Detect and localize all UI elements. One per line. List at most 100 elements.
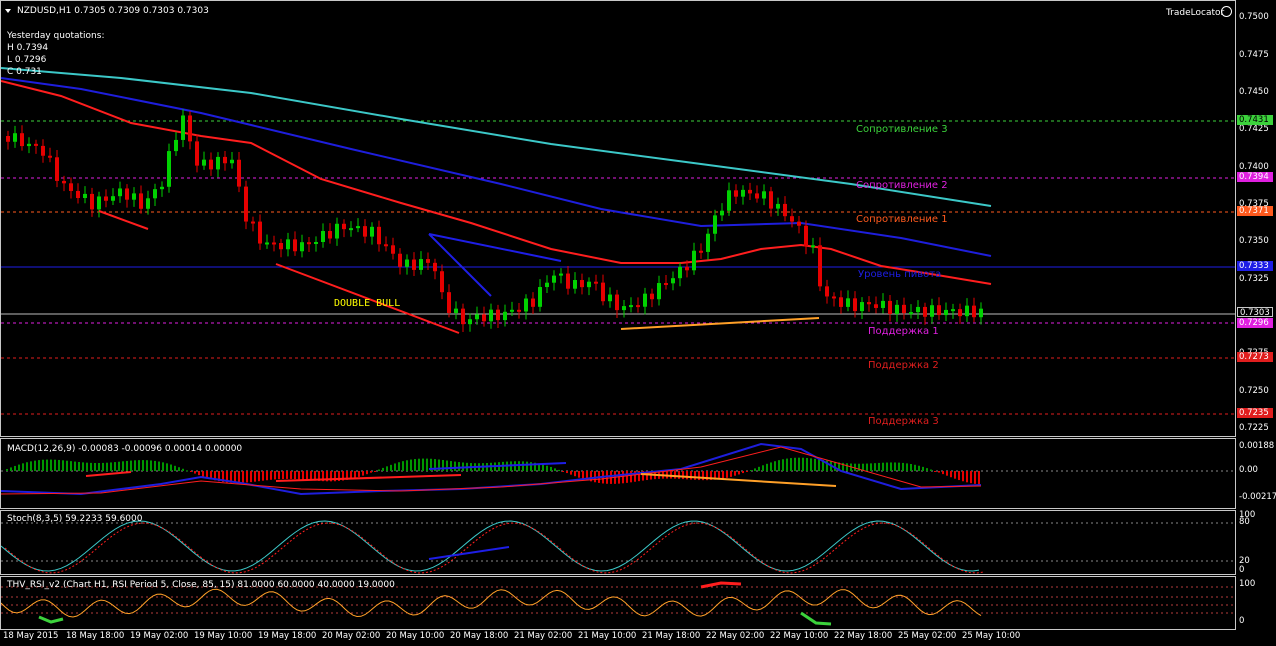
macd-histogram-bar [90,462,92,471]
macd-histogram-bar [970,471,972,484]
candle-body [510,309,514,312]
candle-body [748,189,752,194]
candle-body [517,309,521,312]
macd-histogram-bar [934,471,936,472]
candle-body [475,314,479,320]
macd-histogram-bar [194,471,196,474]
candle-body [125,188,129,200]
candle-body [244,186,248,222]
time-label: 18 May 18:00 [66,631,125,641]
candle-body [888,300,892,314]
macd-histogram-bar [622,471,624,484]
candle-body [832,296,836,299]
candle-body [923,306,927,317]
candle-body [818,245,822,287]
candle-body [587,281,591,288]
macd-histogram-bar [18,464,20,471]
candle-body [566,273,570,289]
macd-tick: -0.00217 [1239,492,1276,502]
macd-histogram-bar [386,466,388,471]
macd-histogram-bar [762,465,764,471]
macd-histogram-bar [746,471,748,472]
candle-body [146,198,150,209]
candle-body [237,159,241,187]
macd-histogram-bar [58,459,60,471]
macd-histogram-bar [750,469,752,471]
level-label-pivot: Уровень пивота [858,269,942,280]
candle-body [300,242,304,252]
ema-cyan-line [1,67,992,207]
collapse-arrow-icon[interactable] [5,9,11,13]
macd-histogram-bar [678,471,680,479]
candle-body [55,157,59,181]
yesterday-high: H 0.7394 [7,43,49,53]
candle-body [755,193,759,199]
time-label: 19 May 10:00 [194,631,253,641]
macd-histogram-bar [894,462,896,471]
candle-body [34,143,38,146]
candle-body [160,186,164,190]
macd-histogram-bar [774,461,776,471]
time-label: 22 May 10:00 [770,631,829,641]
macd-histogram-bar [562,471,564,472]
candle-body [370,226,374,237]
candle-body [727,190,731,211]
price-chart[interactable] [1,1,1236,437]
macd-histogram-bar [962,471,964,482]
macd-histogram-bar [178,467,180,471]
macd-histogram-bar [954,471,956,479]
candle-body [391,245,395,254]
candle-body [615,294,619,311]
candle-body [902,304,906,314]
candle-body [972,305,976,318]
rsi-pane[interactable]: THV_RSI_v2 (Chart H1, RSI Period 5, Clos… [0,576,1236,630]
time-label: 21 May 18:00 [642,631,701,641]
candle-body [83,193,87,199]
stoch-main-line [1,520,980,572]
trade-locator-icon[interactable] [1221,6,1232,17]
macd-histogram-bar [550,466,552,471]
macd-histogram-bar [150,460,152,471]
macd-histogram-bar [866,463,868,471]
trade-locator-label: TradeLocator [1166,8,1225,18]
candle-body [552,275,556,283]
macd-histogram-bar [546,465,548,471]
candle-body [811,245,815,248]
candle-body [874,304,878,308]
stoch-tick: 80 [1239,517,1250,527]
macd-histogram-bar [798,457,800,471]
macd-pane[interactable]: MACD(12,26,9) -0.00083 -0.00096 0.00014 … [0,438,1236,509]
candle-body [692,250,696,271]
macd-histogram-bar [742,471,744,474]
macd-histogram-bar [10,467,12,471]
macd-histogram-bar [62,460,64,471]
macd-histogram-bar [82,462,84,471]
macd-histogram-bar [558,469,560,471]
candle-body [580,280,584,288]
macd-histogram-bar [94,462,96,471]
macd-histogram-bar [542,464,544,471]
macd-histogram-bar [130,460,132,471]
price-tag-r1: 0.7371 [1237,206,1273,216]
macd-histogram-bar [414,459,416,471]
macd-histogram-bar [26,462,28,471]
macd-histogram-bar [102,462,104,471]
candle-body [846,298,850,307]
candle-body [349,228,353,231]
stochastic-pane[interactable]: Stoch(8,3,5) 59.2233 59.6000 [0,510,1236,575]
candle-body [447,292,451,313]
time-label: 20 May 02:00 [322,631,381,641]
candle-body [776,203,780,209]
candle-body [790,216,794,222]
candle-body [804,225,808,247]
main-chart-pane[interactable]: NZDUSD,H1 0.7305 0.7309 0.7303 0.7303 Ye… [0,0,1236,437]
candle-body [251,221,255,224]
candle-body [258,221,262,244]
candle-body [286,239,290,250]
stochastic-chart[interactable] [1,511,1236,575]
macd-histogram-bar [110,462,112,471]
macd-histogram-bar [50,459,52,471]
macd-histogram-bar [950,471,952,478]
price-tick: 0.7225 [1239,423,1269,433]
price-tag-s3: 0.7235 [1237,408,1273,418]
